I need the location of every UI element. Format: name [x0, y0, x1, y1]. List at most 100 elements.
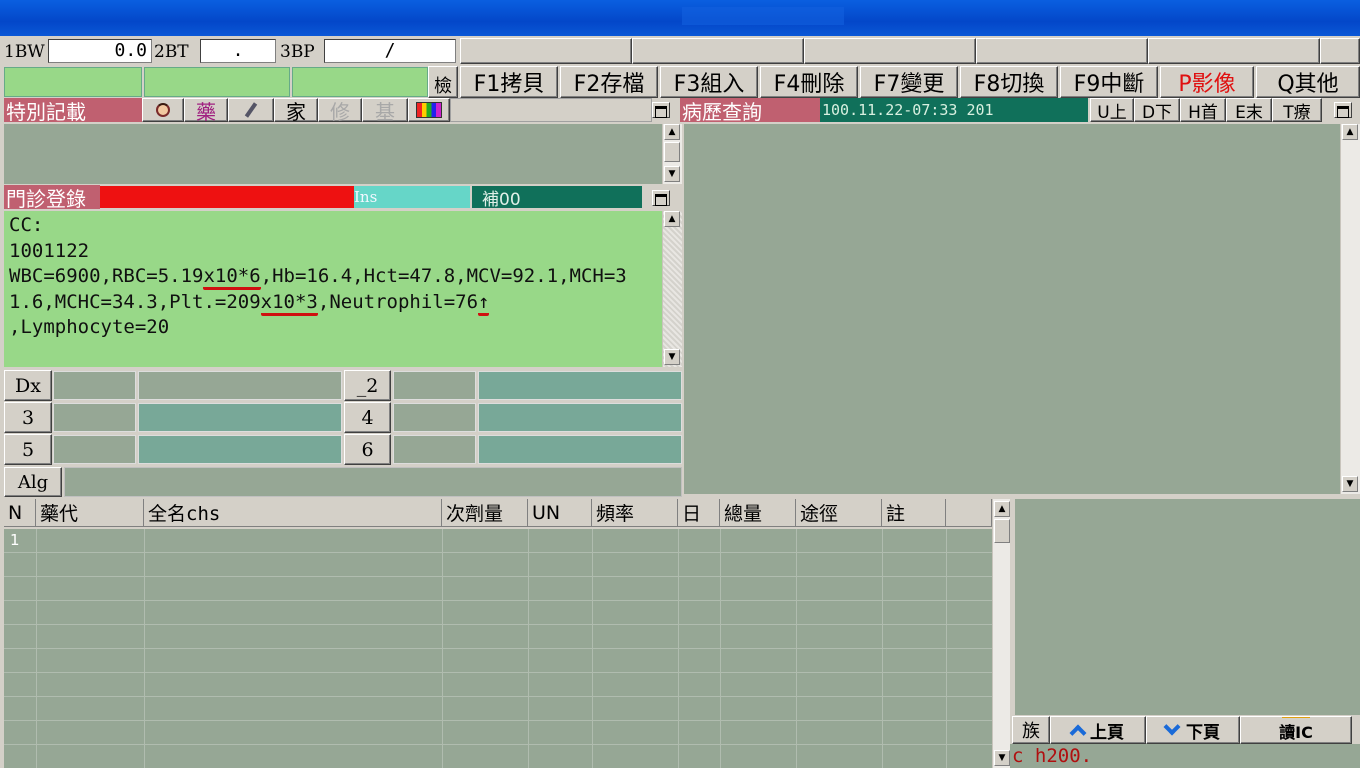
dx1-code[interactable]	[53, 371, 136, 400]
rx-col-days: 日	[678, 499, 720, 527]
ins-indicator: Ins	[354, 186, 470, 208]
dx-button[interactable]: Dx	[4, 370, 52, 401]
dx3-name[interactable]	[138, 403, 342, 432]
dx3-code[interactable]	[53, 403, 136, 432]
supplement-indicator: 補00	[472, 186, 642, 210]
history-down-button[interactable]: D下	[1134, 98, 1180, 123]
rx-col-fullname: 全名chs	[144, 499, 442, 527]
vitals-slot-4[interactable]	[976, 38, 1148, 64]
dx2-code[interactable]	[393, 371, 476, 400]
dx5-button[interactable]: 5	[4, 434, 52, 465]
scroll-up-icon[interactable]: ▲	[664, 124, 680, 140]
family-button[interactable]: 族	[1012, 716, 1050, 744]
history-scrollbar[interactable]: ▲ ▼	[1340, 124, 1360, 494]
dx2-name[interactable]	[478, 371, 682, 400]
drug-tab[interactable]: 藥	[184, 98, 228, 124]
q-other-button[interactable]: Q其他	[1256, 66, 1360, 98]
rx-col-route: 途徑	[796, 499, 882, 527]
right-info-panel[interactable]	[1012, 499, 1360, 715]
scroll-up-icon[interactable]: ▲	[664, 211, 680, 227]
dx2-button[interactable]: _2	[344, 370, 391, 401]
allergy-field[interactable]	[64, 467, 682, 497]
history-body[interactable]	[684, 124, 1340, 494]
chevron-down-icon	[1163, 718, 1181, 736]
scroll-down-icon[interactable]: ▼	[1342, 476, 1358, 492]
check-button[interactable]: 檢	[428, 66, 458, 98]
command-line-input[interactable]: c h200.	[1010, 744, 1360, 768]
p-image-button[interactable]: P影像	[1160, 66, 1254, 98]
bt-input[interactable]: .	[200, 39, 276, 63]
special-note-body[interactable]	[4, 124, 662, 184]
dx4-code[interactable]	[393, 403, 476, 432]
vitals-slot-2[interactable]	[632, 38, 804, 64]
ic-card-icon	[1282, 717, 1310, 718]
bt-label: 2BT	[154, 42, 189, 62]
registration-minimize-icon[interactable]	[652, 190, 670, 206]
dx3-button[interactable]: 3	[4, 402, 52, 433]
dx5-name[interactable]	[138, 435, 342, 464]
dx4-name[interactable]	[478, 403, 682, 432]
rx-col-unit: UN	[528, 499, 592, 527]
bp-input[interactable]: /	[324, 39, 456, 63]
read-ic-button[interactable]: 讀IC	[1240, 716, 1352, 744]
history-treat-button[interactable]: T療	[1272, 98, 1322, 123]
scroll-up-icon[interactable]: ▲	[1342, 124, 1358, 140]
scroll-down-icon[interactable]: ▼	[664, 166, 680, 182]
special-note-spacer	[450, 98, 652, 122]
note-scrollbar[interactable]: ▲ ▼	[662, 211, 682, 367]
vitals-slot-3[interactable]	[804, 38, 976, 64]
rx-col-total: 總量	[720, 499, 796, 527]
bw-input[interactable]: 0.0	[48, 39, 152, 63]
dx6-button[interactable]: 6	[344, 434, 391, 465]
bw-label: 1BW	[4, 42, 45, 62]
scroll-up-icon[interactable]: ▲	[994, 501, 1010, 517]
repair-tab[interactable]: 修	[318, 98, 362, 124]
clinical-note-textarea[interactable]: CC: 1001122 WBC=6900,RBC=5.19x10*6,Hb=16.4…	[4, 211, 662, 367]
vitals-slot-6[interactable]	[1320, 38, 1360, 64]
dx6-name[interactable]	[478, 435, 682, 464]
rx-col-code: 藥代	[36, 499, 144, 527]
history-minimize-icon[interactable]	[1334, 102, 1352, 118]
prev-page-button[interactable]: 上頁	[1050, 716, 1146, 744]
dx6-code[interactable]	[393, 435, 476, 464]
f7-change-button[interactable]: F7變更	[860, 66, 958, 98]
f3-insert-button[interactable]: F3組入	[660, 66, 758, 98]
special-note-scrollbar[interactable]: ▲ ▼	[662, 124, 682, 184]
f1-copy-button[interactable]: F1拷貝	[460, 66, 558, 98]
rx-row-1-number: 1	[10, 531, 20, 549]
special-note-minimize-icon[interactable]	[652, 102, 670, 118]
dx1-name[interactable]	[138, 371, 342, 400]
info-field-2[interactable]	[144, 67, 290, 97]
scroll-down-icon[interactable]: ▼	[994, 750, 1010, 766]
rx-col-note: 註	[882, 499, 946, 527]
dx5-code[interactable]	[53, 435, 136, 464]
allergy-button[interactable]: Alg	[4, 467, 62, 497]
f2-save-button[interactable]: F2存檔	[560, 66, 658, 98]
palette-tab[interactable]	[408, 98, 450, 122]
special-note-title: 特別記載	[4, 98, 142, 124]
rx-table-body[interactable]: 1	[4, 529, 992, 768]
dx4-button[interactable]: 4	[344, 402, 391, 433]
note-line: 1.6,MCHC=34.3,Plt.=209x10*3,Neutrophil=7…	[9, 290, 657, 316]
patient-tab[interactable]	[142, 98, 184, 122]
info-field-3[interactable]	[292, 67, 428, 97]
f8-switch-button[interactable]: F8切換	[960, 66, 1058, 98]
pen-tab[interactable]	[228, 98, 274, 122]
history-end-button[interactable]: E末	[1226, 98, 1272, 123]
rx-table-scrollbar[interactable]: ▲ ▼	[992, 499, 1010, 768]
info-field-1[interactable]	[4, 67, 142, 97]
pen-icon	[244, 102, 258, 118]
scroll-down-icon[interactable]: ▼	[664, 349, 680, 365]
next-page-button[interactable]: 下頁	[1146, 716, 1240, 744]
vitals-slot-1[interactable]	[460, 38, 632, 64]
base-tab[interactable]: 基	[362, 98, 408, 124]
f4-delete-button[interactable]: F4刪除	[760, 66, 858, 98]
read-ic-label: 讀IC	[1279, 723, 1313, 742]
face-icon	[156, 103, 170, 117]
family-tab[interactable]: 家	[274, 98, 318, 124]
history-up-button[interactable]: U上	[1090, 98, 1134, 123]
registration-title: 門診登錄	[4, 185, 100, 211]
f9-interrupt-button[interactable]: F9中斷	[1060, 66, 1158, 98]
history-home-button[interactable]: H首	[1180, 98, 1226, 123]
vitals-slot-5[interactable]	[1148, 38, 1320, 64]
